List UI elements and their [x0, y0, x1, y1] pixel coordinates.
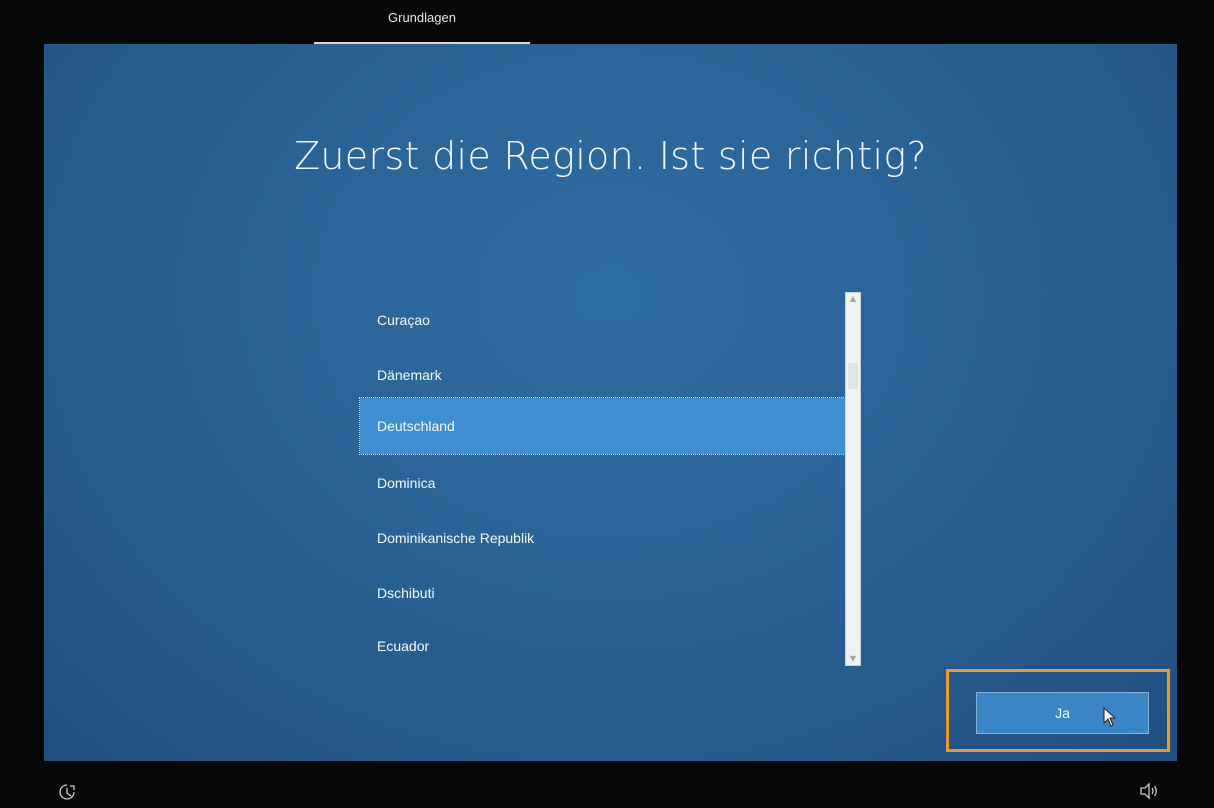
scroll-up-arrow-icon[interactable]: ▲ — [846, 293, 860, 305]
mouse-cursor-icon — [1103, 707, 1117, 727]
region-item-dschibuti[interactable]: Dschibuti — [360, 565, 845, 621]
ja-button[interactable]: Ja — [976, 692, 1149, 734]
tab-grundlagen-label: Grundlagen — [388, 10, 456, 25]
region-list-scrollbar[interactable]: ▲ ▼ — [845, 292, 861, 666]
setup-screen: Zuerst die Region. Ist sie richtig? Cura… — [44, 44, 1177, 761]
scroll-down-arrow-icon[interactable]: ▼ — [846, 653, 860, 665]
scrollbar-thumb[interactable] — [848, 363, 858, 389]
page-title: Zuerst die Region. Ist sie richtig? — [294, 134, 927, 178]
region-item-deutschland[interactable]: Deutschland — [359, 397, 846, 455]
accessibility-icon[interactable] — [58, 783, 76, 801]
region-item-ecuador[interactable]: Ecuador — [360, 618, 845, 674]
region-item-dominica[interactable]: Dominica — [360, 455, 845, 511]
region-item-daenemark[interactable]: Dänemark — [360, 347, 845, 403]
volume-icon[interactable] — [1139, 782, 1159, 800]
region-item-curacao[interactable]: Curaçao — [360, 292, 845, 348]
region-item-dominikanische-republik[interactable]: Dominikanische Republik — [360, 510, 845, 566]
tab-grundlagen: Grundlagen — [314, 0, 530, 44]
oobe-window: Grundlagen Zuerst die Region. Ist sie ri… — [0, 0, 1214, 808]
region-list[interactable]: Curaçao Dänemark Deutschland Dominica Do… — [359, 292, 862, 674]
